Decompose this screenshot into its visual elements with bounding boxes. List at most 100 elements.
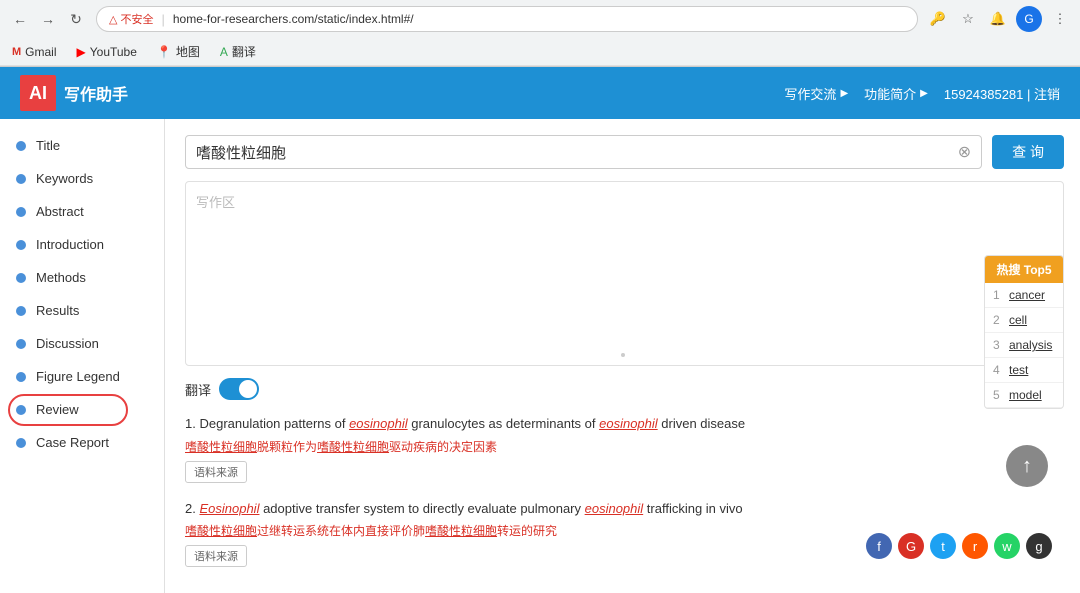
result-em-2b: eosinophil xyxy=(585,501,644,516)
bookmark-gmail[interactable]: M Gmail xyxy=(8,43,61,61)
dot-figure-legend xyxy=(16,372,26,382)
sidebar-item-figure-legend[interactable]: Figure Legend xyxy=(0,360,164,393)
search-input[interactable] xyxy=(196,144,958,161)
sidebar-label-review: Review xyxy=(36,402,79,417)
result-text-1a: Degranulation patterns of xyxy=(199,416,349,431)
reddit-icon[interactable]: r xyxy=(962,533,988,559)
nav-phone-logout[interactable]: 15924385281 | 注销 xyxy=(944,84,1060,103)
hot-item-2[interactable]: 2 cell xyxy=(985,308,1063,333)
bookmark-maps-label: 地图 xyxy=(176,43,200,60)
bookmark-youtube[interactable]: ▶ YouTube xyxy=(73,43,141,61)
app-container: AI 写作助手 写作交流 ▶ 功能简介 ▶ 15924385281 | 注销 T… xyxy=(0,67,1080,593)
sidebar-item-case-report[interactable]: Case Report xyxy=(0,426,164,459)
twitter-icon[interactable]: t xyxy=(930,533,956,559)
dot-abstract xyxy=(16,207,26,217)
github-icon[interactable]: g xyxy=(1026,533,1052,559)
translation-text-1a: 脱颗粒作为 xyxy=(257,440,317,454)
sidebar-item-review[interactable]: Review xyxy=(0,393,164,426)
dot-results xyxy=(16,306,26,316)
security-text: 不安全 xyxy=(120,11,153,27)
profile-avatar[interactable]: G xyxy=(1016,6,1042,32)
search-input-wrapper[interactable]: ⊗ xyxy=(185,135,982,169)
reload-button[interactable]: ↻ xyxy=(64,7,88,31)
nav-features-label: 功能简介 xyxy=(864,84,916,103)
sidebar-item-title[interactable]: Title xyxy=(0,129,164,162)
result-translation-1: 嗜酸性粒细胞脱颗粒作为嗜酸性粒细胞驱动疾病的决定因素 xyxy=(185,438,1064,456)
menu-icon[interactable]: ⋮ xyxy=(1048,7,1072,31)
google-icon[interactable]: G xyxy=(898,533,924,559)
result-title-2: 2. Eosinophil adoptive transfer system t… xyxy=(185,499,1064,519)
header-nav: 写作交流 ▶ 功能简介 ▶ 15924385281 | 注销 xyxy=(784,84,1060,103)
nav-writing-exchange[interactable]: 写作交流 ▶ xyxy=(784,84,848,103)
hot-panel-header: 热搜 Top5 xyxy=(985,256,1063,283)
result-em-1b: eosinophil xyxy=(599,416,658,431)
scroll-up-button[interactable]: ↑ xyxy=(1006,445,1048,487)
whatsapp-icon[interactable]: w xyxy=(994,533,1020,559)
nav-buttons: ← → ↻ xyxy=(8,7,88,31)
search-button[interactable]: 查 询 xyxy=(992,135,1064,169)
nav-phone-logout-label: 15924385281 | 注销 xyxy=(944,84,1060,103)
translation-text-1b: 驱动疾病的决定因素 xyxy=(389,440,497,454)
sidebar-label-results: Results xyxy=(36,303,79,318)
translate-icon: A xyxy=(220,45,228,59)
bookmark-maps[interactable]: 📍 地图 xyxy=(153,41,204,62)
hot-item-1[interactable]: 1 cancer xyxy=(985,283,1063,308)
dot-methods xyxy=(16,273,26,283)
forward-button[interactable]: → xyxy=(36,7,60,31)
hot-item-4[interactable]: 4 test xyxy=(985,358,1063,383)
bookmark-translate-label: 翻译 xyxy=(232,43,256,60)
translate-toggle[interactable] xyxy=(219,378,259,400)
back-button[interactable]: ← xyxy=(8,7,32,31)
source-badge-1[interactable]: 语料来源 xyxy=(185,461,247,483)
hot-item-3[interactable]: 3 analysis xyxy=(985,333,1063,358)
translation-underline-1b: 嗜酸性粒细胞 xyxy=(317,440,389,454)
writing-cursor-dot xyxy=(621,353,625,357)
writing-area[interactable]: 写作区 xyxy=(185,181,1064,366)
bookmark-youtube-label: YouTube xyxy=(90,45,137,59)
writing-placeholder: 写作区 xyxy=(196,195,235,210)
social-bar: f G t r w g xyxy=(854,525,1064,567)
bell-icon[interactable]: 🔔 xyxy=(986,7,1010,31)
source-badge-2[interactable]: 语料来源 xyxy=(185,545,247,567)
sidebar-label-figure-legend: Figure Legend xyxy=(36,369,120,384)
search-clear-button[interactable]: ⊗ xyxy=(958,142,971,162)
star-icon[interactable]: ☆ xyxy=(956,7,980,31)
security-warning: △ 不安全 xyxy=(109,11,153,27)
sidebar-item-results[interactable]: Results xyxy=(0,294,164,327)
result-text-2a: adoptive transfer system to directly eva… xyxy=(259,501,584,516)
result-em-1a: eosinophil xyxy=(349,416,408,431)
key-icon[interactable]: 🔑 xyxy=(926,7,950,31)
nav-arrow-2: ▶ xyxy=(920,88,928,99)
sidebar-label-case-report: Case Report xyxy=(36,435,109,450)
sidebar-label-methods: Methods xyxy=(36,270,86,285)
facebook-icon[interactable]: f xyxy=(866,533,892,559)
sidebar-item-introduction[interactable]: Introduction xyxy=(0,228,164,261)
translation-text-2b: 转运的研究 xyxy=(497,524,557,538)
sidebar-item-abstract[interactable]: Abstract xyxy=(0,195,164,228)
maps-icon: 📍 xyxy=(157,45,172,59)
gmail-icon: M xyxy=(12,46,21,58)
youtube-icon: ▶ xyxy=(77,45,86,59)
nav-features[interactable]: 功能简介 ▶ xyxy=(864,84,928,103)
sidebar-label-introduction: Introduction xyxy=(36,237,104,252)
address-bar[interactable]: △ 不安全 | home-for-researchers.com/static/… xyxy=(96,6,918,32)
sidebar-label-keywords: Keywords xyxy=(36,171,93,186)
translation-underline-1a: 嗜酸性粒细胞 xyxy=(185,440,257,454)
bookmark-gmail-label: Gmail xyxy=(25,45,56,59)
translation-underline-2b: 嗜酸性粒细胞 xyxy=(425,524,497,538)
hot-term-4: test xyxy=(1009,363,1028,377)
sidebar-label-discussion: Discussion xyxy=(36,336,99,351)
bookmark-translate[interactable]: A 翻译 xyxy=(216,41,260,62)
result-text-1b: granulocytes as determinants of xyxy=(408,416,600,431)
sidebar-item-discussion[interactable]: Discussion xyxy=(0,327,164,360)
hot-term-1: cancer xyxy=(1009,288,1045,302)
result-item-1: 1. Degranulation patterns of eosinophil … xyxy=(185,414,1064,483)
dot-introduction xyxy=(16,240,26,250)
result-text-1c: driven disease xyxy=(658,416,745,431)
search-container: ⊗ 查 询 xyxy=(185,135,1064,169)
hot-item-5[interactable]: 5 model xyxy=(985,383,1063,408)
sidebar-item-keywords[interactable]: Keywords xyxy=(0,162,164,195)
sidebar-label-title: Title xyxy=(36,138,60,153)
sidebar-item-methods[interactable]: Methods xyxy=(0,261,164,294)
hot-rank-4: 4 xyxy=(993,363,1005,377)
